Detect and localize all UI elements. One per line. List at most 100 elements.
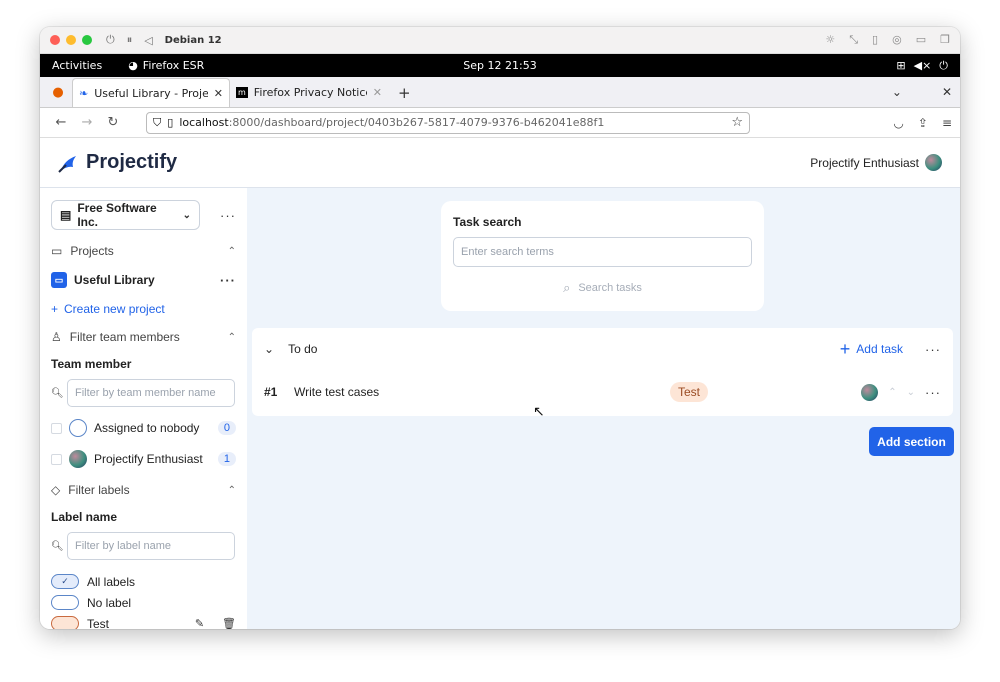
team-member-label: Team member	[51, 357, 132, 371]
minimize-window-button[interactable]	[66, 35, 76, 45]
system-menu[interactable]: ⊞ ◀× ⏻	[896, 59, 948, 73]
main-content: Task search ⌕ Search tasks ⌄ To do + Add…	[247, 188, 960, 629]
task-options-button[interactable]: ···	[925, 385, 941, 400]
label-name: Test	[87, 616, 110, 630]
settings-icon[interactable]: ◎	[892, 33, 902, 47]
projects-heading[interactable]: ▭ Projects ⌃	[51, 244, 236, 258]
new-tab-button[interactable]: +	[388, 78, 421, 107]
tab-strip: ● ❧ Useful Library - Projectify ✕ m Fire…	[40, 77, 960, 108]
project-options-button[interactable]: ···	[220, 273, 236, 288]
create-project-label: Create new project	[64, 302, 165, 316]
task-search-input[interactable]	[453, 237, 752, 267]
project-folder-icon: ▭	[51, 272, 67, 288]
extensions-icon[interactable]: ⇪	[918, 116, 928, 130]
org-row: ▤ Free Software Inc. ⌄ ···	[51, 200, 236, 230]
back-icon[interactable]: ◁	[144, 34, 152, 47]
project-item[interactable]: ▭ Useful Library ···	[51, 272, 236, 288]
add-task-button[interactable]: + Add task	[839, 339, 903, 359]
mouse-cursor-icon: ↖	[533, 403, 545, 419]
vm-title: Debian 12	[164, 34, 222, 46]
vm-titlebar: ⏻ ⏸ ◁ Debian 12 ☼ ⤡ ▯ ◎ ▭ ❐	[40, 27, 960, 54]
pocket-icon[interactable]: ◡	[893, 116, 903, 130]
checkbox[interactable]	[51, 453, 62, 465]
close-tab-icon[interactable]: ✕	[214, 87, 223, 100]
add-task-label: Add task	[856, 342, 903, 356]
member-row-enthusiast[interactable]: Projectify Enthusiast 1	[51, 449, 236, 469]
windows-icon[interactable]: ❐	[940, 33, 950, 47]
search-icon: 🔍︎	[51, 540, 64, 552]
chevron-down-icon[interactable]: ⌄	[264, 342, 274, 356]
filter-labels-heading[interactable]: ◇ Filter labels ⌃	[51, 483, 236, 497]
power-icon[interactable]: ⏻	[106, 33, 115, 47]
menu-icon[interactable]: ≡	[942, 116, 952, 130]
app-logo[interactable]: Projectify	[58, 151, 177, 174]
close-tab-icon[interactable]: ✕	[373, 86, 382, 99]
zoom-window-button[interactable]	[82, 35, 92, 45]
page-icon[interactable]: ▯	[167, 116, 173, 129]
label-pill[interactable]	[51, 616, 79, 629]
move-down-icon[interactable]: ⌄	[907, 387, 915, 398]
folder-icon[interactable]: ▭	[916, 33, 926, 47]
forward-button[interactable]: →	[74, 115, 100, 130]
org-selector[interactable]: ▤ Free Software Inc. ⌄	[51, 200, 200, 230]
tab-privacy-notice[interactable]: m Firefox Privacy Notice — ✕	[230, 78, 388, 107]
checkbox[interactable]	[51, 422, 62, 434]
app-menu-label: Firefox ESR	[142, 59, 205, 72]
task-label-tag[interactable]: Test	[670, 382, 709, 402]
label-row-test[interactable]: Test ✎ 🗑︎	[51, 616, 236, 629]
org-options-button[interactable]: ···	[220, 208, 236, 223]
resize-icon[interactable]: ⤡	[849, 33, 858, 47]
task-search-title: Task search	[453, 215, 522, 229]
section-title: To do	[288, 342, 318, 356]
label-filter: 🔍︎	[51, 532, 236, 560]
tab-useful-library[interactable]: ❧ Useful Library - Projectify ✕	[72, 78, 230, 107]
task-row[interactable]: #1 Write test cases Test ⌃ ⌄ ···	[252, 370, 953, 414]
user-name: Projectify Enthusiast	[810, 155, 919, 170]
folder-icon: ▭	[51, 244, 63, 258]
usb-icon[interactable]: ▯	[872, 33, 878, 47]
search-tasks-button[interactable]: ⌕ Search tasks	[453, 280, 752, 296]
trash-icon[interactable]: 🗑︎	[222, 617, 236, 629]
label-pill[interactable]	[51, 595, 79, 610]
shield-icon[interactable]: ⛉	[153, 116, 161, 130]
move-up-icon[interactable]: ⌃	[888, 387, 896, 398]
close-window-button[interactable]	[50, 35, 60, 45]
assignee-avatar[interactable]	[861, 383, 879, 401]
app-menu[interactable]: ◕ Firefox ESR	[128, 59, 204, 72]
list-tabs-icon[interactable]: ⌄	[892, 85, 902, 99]
back-button[interactable]: ←	[48, 115, 74, 130]
url-bar[interactable]: ⛉ ▯ localhost:8000/dashboard/project/040…	[146, 111, 750, 134]
label-row-none[interactable]: No label	[51, 595, 236, 610]
task-title[interactable]: Write test cases	[294, 385, 670, 399]
clock[interactable]: Sep 12 21:53	[463, 59, 536, 72]
member-filter: 🔍︎	[51, 379, 236, 407]
chevron-up-icon: ⌃	[227, 484, 236, 496]
section-options-button[interactable]: ···	[925, 342, 941, 357]
user-menu[interactable]: Projectify Enthusiast	[810, 154, 942, 171]
firefox-view-icon[interactable]: ●	[44, 77, 72, 107]
activities-button[interactable]: Activities	[52, 59, 102, 72]
project-name: Useful Library	[74, 273, 155, 287]
brightness-icon[interactable]: ☼	[825, 33, 835, 47]
add-section-button[interactable]: Add section	[869, 427, 954, 456]
member-row-nobody[interactable]: Assigned to nobody 0	[51, 418, 236, 438]
power-icon: ⏻	[939, 58, 948, 72]
pause-icon[interactable]: ⏸	[127, 33, 133, 47]
label-row-all[interactable]: ✓ All labels	[51, 574, 236, 589]
task-actions: ⌃ ⌄ ···	[861, 383, 941, 401]
mozilla-favicon-icon: m	[236, 87, 248, 98]
task-search-card: Task search ⌕ Search tasks	[441, 201, 764, 311]
filter-members-heading[interactable]: ♙ Filter team members ⌃	[51, 330, 236, 344]
label-filter-input[interactable]	[67, 532, 235, 560]
filter-labels-label: Filter labels	[68, 483, 130, 497]
member-filter-input[interactable]	[67, 379, 235, 407]
close-window-icon[interactable]: ✕	[942, 85, 952, 99]
member-name: Assigned to nobody	[94, 421, 200, 435]
plus-icon: +	[839, 339, 851, 359]
filter-members-label: Filter team members	[69, 330, 180, 344]
pencil-icon[interactable]: ✎	[195, 617, 204, 629]
label-pill-checked[interactable]: ✓	[51, 574, 79, 589]
reload-button[interactable]: ↻	[100, 115, 126, 130]
bookmark-star-icon[interactable]: ☆	[731, 115, 743, 130]
create-project-link[interactable]: + Create new project	[51, 302, 236, 316]
